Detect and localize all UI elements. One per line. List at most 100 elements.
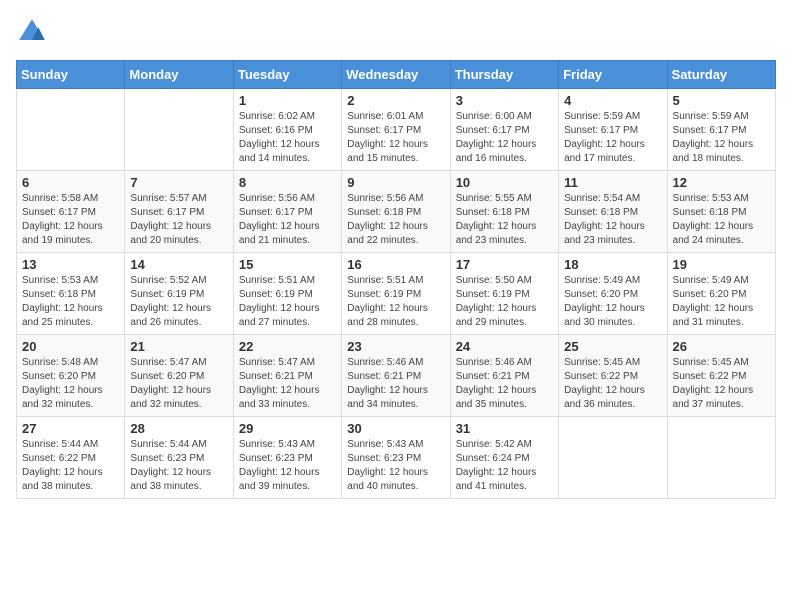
calendar-cell: 18 Sunrise: 5:49 AM Sunset: 6:20 PM Dayli… [559, 253, 667, 335]
day-number: 3 [456, 93, 553, 108]
day-info: Sunrise: 5:59 AM Sunset: 6:17 PM Dayligh… [673, 110, 770, 166]
day-info: Sunrise: 5:49 AM Sunset: 6:20 PM Dayligh… [564, 274, 661, 330]
page-header [16, 16, 776, 48]
calendar-cell: 29 Sunrise: 5:43 AM Sunset: 6:23 PM Dayli… [233, 417, 341, 499]
weekday-header: Tuesday [233, 61, 341, 89]
calendar-cell: 7Sunrise: 5:57 AM Sunset: 6:17 PM Daylig… [125, 171, 233, 253]
weekday-header: Wednesday [342, 61, 450, 89]
day-info: Sunrise: 5:44 AM Sunset: 6:23 PM Dayligh… [130, 438, 227, 494]
day-info: Sunrise: 5:51 AM Sunset: 6:19 PM Dayligh… [347, 274, 444, 330]
day-info: Sunrise: 5:45 AM Sunset: 6:22 PM Dayligh… [564, 356, 661, 412]
day-number: 19 [673, 257, 770, 272]
day-info: Sunrise: 5:55 AM Sunset: 6:18 PM Dayligh… [456, 192, 553, 248]
calendar-cell: 14 Sunrise: 5:52 AM Sunset: 6:19 PM Dayli… [125, 253, 233, 335]
day-number: 18 [564, 257, 661, 272]
calendar-cell: 27Sunrise: 5:44 AM Sunset: 6:22 PM Dayli… [17, 417, 125, 499]
calendar-cell: 2 Sunrise: 6:01 AM Sunset: 6:17 PM Daylig… [342, 89, 450, 171]
calendar-cell: 10Sunrise: 5:55 AM Sunset: 6:18 PM Dayli… [450, 171, 558, 253]
day-number: 20 [22, 339, 119, 354]
calendar-cell: 15 Sunrise: 5:51 AM Sunset: 6:19 PM Dayli… [233, 253, 341, 335]
day-number: 28 [130, 421, 227, 436]
day-number: 14 [130, 257, 227, 272]
day-info: Sunrise: 5:58 AM Sunset: 6:17 PM Dayligh… [22, 192, 119, 248]
day-info: Sunrise: 6:00 AM Sunset: 6:17 PM Dayligh… [456, 110, 553, 166]
day-number: 2 [347, 93, 444, 108]
day-number: 24 [456, 339, 553, 354]
day-info: Sunrise: 5:45 AM Sunset: 6:22 PM Dayligh… [673, 356, 770, 412]
calendar-cell: 5 Sunrise: 5:59 AM Sunset: 6:17 PM Daylig… [667, 89, 775, 171]
day-info: Sunrise: 5:47 AM Sunset: 6:21 PM Dayligh… [239, 356, 336, 412]
day-info: Sunrise: 5:48 AM Sunset: 6:20 PM Dayligh… [22, 356, 119, 412]
calendar-cell [17, 89, 125, 171]
calendar-header-row: SundayMondayTuesdayWednesdayThursdayFrid… [17, 61, 776, 89]
day-number: 26 [673, 339, 770, 354]
day-number: 31 [456, 421, 553, 436]
day-number: 1 [239, 93, 336, 108]
calendar-cell: 25 Sunrise: 5:45 AM Sunset: 6:22 PM Dayli… [559, 335, 667, 417]
day-number: 25 [564, 339, 661, 354]
calendar-week-row: 20 Sunrise: 5:48 AM Sunset: 6:20 PM Dayli… [17, 335, 776, 417]
logo-icon [16, 16, 48, 48]
day-number: 4 [564, 93, 661, 108]
day-info: Sunrise: 5:53 AM Sunset: 6:18 PM Dayligh… [673, 192, 770, 248]
day-info: Sunrise: 5:56 AM Sunset: 6:17 PM Dayligh… [239, 192, 336, 248]
day-number: 5 [673, 93, 770, 108]
weekday-header: Sunday [17, 61, 125, 89]
day-info: Sunrise: 5:44 AM Sunset: 6:22 PM Dayligh… [22, 438, 119, 494]
day-info: Sunrise: 5:47 AM Sunset: 6:20 PM Dayligh… [130, 356, 227, 412]
calendar-cell: 30 Sunrise: 5:43 AM Sunset: 6:23 PM Dayli… [342, 417, 450, 499]
day-number: 8 [239, 175, 336, 190]
calendar-cell: 1 Sunrise: 6:02 AM Sunset: 6:16 PM Daylig… [233, 89, 341, 171]
logo [16, 16, 52, 48]
calendar-cell [125, 89, 233, 171]
calendar-cell [559, 417, 667, 499]
calendar-cell: 26 Sunrise: 5:45 AM Sunset: 6:22 PM Dayli… [667, 335, 775, 417]
calendar-cell: 11Sunrise: 5:54 AM Sunset: 6:18 PM Dayli… [559, 171, 667, 253]
calendar-week-row: 6 Sunrise: 5:58 AM Sunset: 6:17 PM Daylig… [17, 171, 776, 253]
day-number: 13 [22, 257, 119, 272]
calendar-table: SundayMondayTuesdayWednesdayThursdayFrid… [16, 60, 776, 499]
calendar-week-row: 1 Sunrise: 6:02 AM Sunset: 6:16 PM Daylig… [17, 89, 776, 171]
calendar-cell: 22 Sunrise: 5:47 AM Sunset: 6:21 PM Dayli… [233, 335, 341, 417]
calendar-cell: 13 Sunrise: 5:53 AM Sunset: 6:18 PM Dayli… [17, 253, 125, 335]
calendar-cell: 20 Sunrise: 5:48 AM Sunset: 6:20 PM Dayli… [17, 335, 125, 417]
calendar-cell: 6 Sunrise: 5:58 AM Sunset: 6:17 PM Daylig… [17, 171, 125, 253]
day-info: Sunrise: 5:52 AM Sunset: 6:19 PM Dayligh… [130, 274, 227, 330]
day-info: Sunrise: 5:56 AM Sunset: 6:18 PM Dayligh… [347, 192, 444, 248]
day-number: 7 [130, 175, 227, 190]
day-number: 12 [673, 175, 770, 190]
day-number: 11 [564, 175, 661, 190]
weekday-header: Friday [559, 61, 667, 89]
day-info: Sunrise: 5:53 AM Sunset: 6:18 PM Dayligh… [22, 274, 119, 330]
calendar-cell [667, 417, 775, 499]
day-number: 9 [347, 175, 444, 190]
day-number: 30 [347, 421, 444, 436]
calendar-cell: 28 Sunrise: 5:44 AM Sunset: 6:23 PM Dayli… [125, 417, 233, 499]
day-number: 16 [347, 257, 444, 272]
calendar-cell: 21 Sunrise: 5:47 AM Sunset: 6:20 PM Dayli… [125, 335, 233, 417]
calendar-cell: 12 Sunrise: 5:53 AM Sunset: 6:18 PM Dayli… [667, 171, 775, 253]
day-info: Sunrise: 6:02 AM Sunset: 6:16 PM Dayligh… [239, 110, 336, 166]
day-info: Sunrise: 5:42 AM Sunset: 6:24 PM Dayligh… [456, 438, 553, 494]
calendar-cell: 17Sunrise: 5:50 AM Sunset: 6:19 PM Dayli… [450, 253, 558, 335]
day-number: 21 [130, 339, 227, 354]
day-number: 29 [239, 421, 336, 436]
day-info: Sunrise: 6:01 AM Sunset: 6:17 PM Dayligh… [347, 110, 444, 166]
day-number: 15 [239, 257, 336, 272]
day-info: Sunrise: 5:46 AM Sunset: 6:21 PM Dayligh… [456, 356, 553, 412]
day-number: 6 [22, 175, 119, 190]
day-info: Sunrise: 5:43 AM Sunset: 6:23 PM Dayligh… [347, 438, 444, 494]
day-info: Sunrise: 5:46 AM Sunset: 6:21 PM Dayligh… [347, 356, 444, 412]
day-info: Sunrise: 5:49 AM Sunset: 6:20 PM Dayligh… [673, 274, 770, 330]
day-number: 22 [239, 339, 336, 354]
calendar-cell: 24 Sunrise: 5:46 AM Sunset: 6:21 PM Dayli… [450, 335, 558, 417]
day-info: Sunrise: 5:51 AM Sunset: 6:19 PM Dayligh… [239, 274, 336, 330]
day-number: 23 [347, 339, 444, 354]
calendar-cell: 9 Sunrise: 5:56 AM Sunset: 6:18 PM Daylig… [342, 171, 450, 253]
calendar-cell: 4Sunrise: 5:59 AM Sunset: 6:17 PM Daylig… [559, 89, 667, 171]
calendar-cell: 31 Sunrise: 5:42 AM Sunset: 6:24 PM Dayli… [450, 417, 558, 499]
day-number: 17 [456, 257, 553, 272]
calendar-week-row: 13 Sunrise: 5:53 AM Sunset: 6:18 PM Dayli… [17, 253, 776, 335]
calendar-cell: 16 Sunrise: 5:51 AM Sunset: 6:19 PM Dayli… [342, 253, 450, 335]
day-info: Sunrise: 5:43 AM Sunset: 6:23 PM Dayligh… [239, 438, 336, 494]
